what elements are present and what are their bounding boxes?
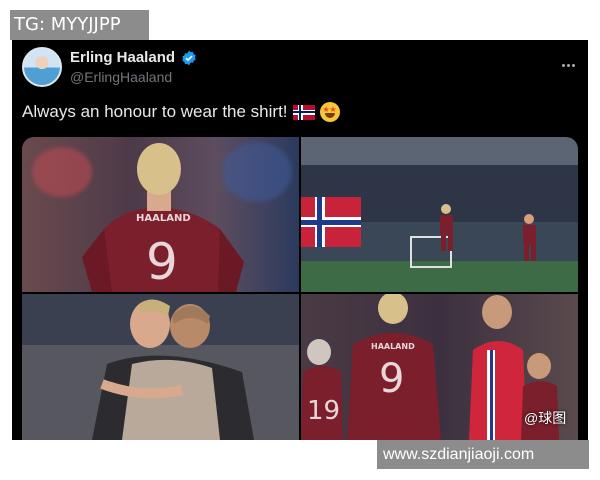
- photo-2[interactable]: [301, 137, 578, 292]
- jersey-number-text: 9: [146, 233, 178, 291]
- embrace-illustration: [92, 299, 254, 440]
- author-name-row[interactable]: Erling Haaland: [70, 49, 197, 66]
- photo-3[interactable]: [22, 294, 299, 440]
- other-number-text: 19: [307, 396, 340, 426]
- tweet-text-content: Always an honour to wear the shirt!: [22, 102, 288, 121]
- tweet-card[interactable]: Erling Haaland @ErlingHaaland Always an …: [12, 40, 588, 440]
- media-grid[interactable]: HAALAND 9 HAALAND 9 19: [22, 137, 578, 440]
- display-name[interactable]: Erling Haaland: [70, 49, 175, 66]
- handle[interactable]: @ErlingHaaland: [70, 69, 172, 85]
- more-options-icon[interactable]: [562, 54, 578, 67]
- jersey-name-text-2: HAALAND: [371, 342, 415, 351]
- star-struck-emoji-icon: [319, 102, 340, 122]
- photo-1[interactable]: HAALAND 9: [22, 137, 299, 292]
- avatar[interactable]: [22, 47, 62, 87]
- jersey-number-text-2: 9: [379, 356, 404, 402]
- verified-badge-icon: [182, 50, 196, 65]
- tg-watermark: TG: MYYJJPP: [10, 10, 149, 40]
- stadium-illustration: [301, 197, 536, 268]
- player-back-illustration: HAALAND 9: [82, 143, 244, 292]
- tweet-text: Always an honour to wear the shirt!: [22, 102, 340, 122]
- qiutu-watermark: @球图: [524, 410, 567, 426]
- jersey-name-text: HAALAND: [136, 213, 191, 224]
- norway-flag-icon: [292, 104, 315, 120]
- site-watermark: www.szdianjiaoji.com: [377, 440, 589, 469]
